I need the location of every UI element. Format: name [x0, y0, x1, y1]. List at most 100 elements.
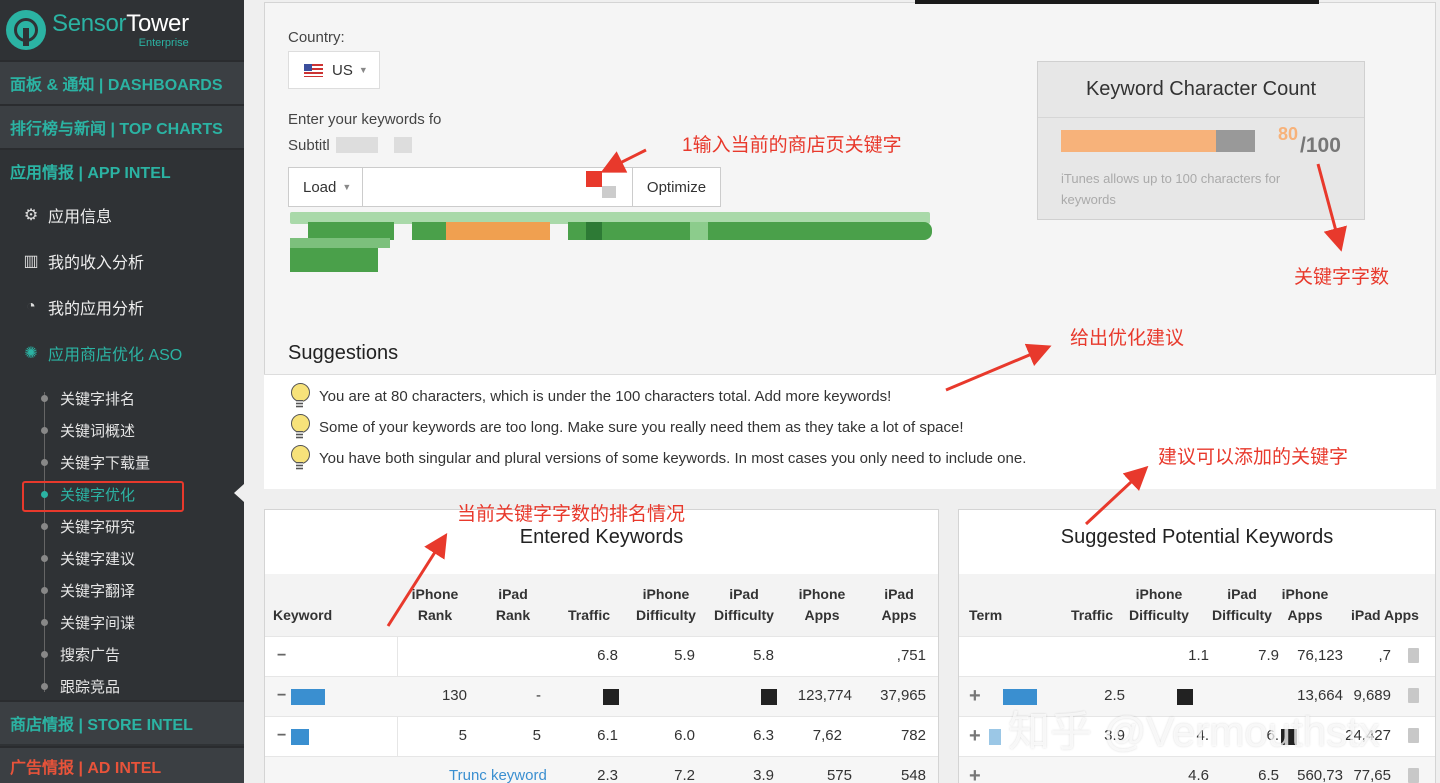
sidebar-item-revenue[interactable]: ▥ 我的收入分析	[0, 238, 244, 284]
col-traffic[interactable]: Traffic	[559, 605, 619, 626]
keyword-input-row: Load ▼ Optimize	[288, 167, 721, 207]
kcc-used: 80	[1278, 124, 1299, 144]
aso-icon: ✺	[24, 345, 38, 362]
suggestion-item: You have both singular and plural versio…	[290, 443, 1026, 473]
lightbulb-icon	[290, 414, 310, 440]
sidebar: SensorTower Enterprise 面板 & 通知 | DASHBOA…	[0, 0, 244, 783]
subtitle-label: Subtitl	[288, 137, 330, 154]
entered-keywords-header: Keyword iPhone Rank iPad Rank Traffic iP…	[265, 574, 938, 636]
active-caret	[234, 484, 244, 502]
keyword-link[interactable]: Trunc keyword	[449, 767, 547, 783]
annotation-suggestions: 给出优化建议	[1070, 328, 1185, 349]
sub-item-track-competitors[interactable]: 跟踪竞品	[41, 670, 244, 702]
table-row: + 4.6 6.5 560,73 77,65	[959, 756, 1435, 783]
annotation-marker	[586, 171, 602, 187]
suggested-keywords-header: Term Traffic iPhone Difficulty iPad Diff…	[959, 574, 1435, 636]
chevron-down-icon: ▼	[358, 65, 368, 75]
sub-item-search-ads[interactable]: 搜索广告	[41, 638, 244, 670]
add-icon[interactable]: +	[969, 725, 981, 748]
entered-keywords-panel: Entered Keywords Keyword iPhone Rank iPa…	[264, 509, 939, 783]
annotation-entered-keywords: 当前关键字字数的排名情况	[457, 504, 686, 525]
trash-icon[interactable]	[1408, 688, 1419, 703]
lightbulb-icon	[290, 445, 310, 471]
table-row: Trunc keyword 2.3 7.2 3.9 575 548	[265, 756, 938, 783]
sidebar-item-app-info[interactable]: ⚙ 应用信息	[0, 192, 244, 238]
remove-icon[interactable]: −	[277, 727, 286, 745]
speedometer-icon: ◔	[26, 298, 36, 315]
sub-item-keyword-rank[interactable]: 关键字排名	[41, 382, 244, 414]
overlay-bar	[915, 0, 1319, 4]
add-icon[interactable]: +	[969, 765, 981, 783]
col-keyword[interactable]: Keyword	[273, 605, 332, 626]
sidebar-item-label: 我的应用分析	[48, 301, 145, 318]
suggestion-item: Some of your keywords are too long. Make…	[290, 412, 964, 442]
col-iphone-apps[interactable]: iPhone Apps	[1275, 584, 1335, 626]
section-dashboards[interactable]: 面板 & 通知 | DASHBOARDS	[0, 60, 244, 104]
kcc-progress-fill	[1061, 130, 1217, 152]
col-iphone-rank[interactable]: iPhone Rank	[405, 584, 465, 626]
brand-sub: Enterprise	[138, 36, 189, 49]
load-dropdown[interactable]: Load ▼	[288, 167, 363, 207]
bar-chart-icon: ▥	[23, 253, 39, 270]
redacted-mark	[602, 186, 616, 198]
annotation-suggested-keywords: 建议可以添加的关键字	[1158, 447, 1349, 468]
redacted-subtitle	[336, 137, 378, 153]
sub-item-keyword-overview[interactable]: 关键词概述	[41, 414, 244, 446]
logo[interactable]: SensorTower Enterprise	[0, 0, 244, 60]
col-iphone-difficulty[interactable]: iPhone Difficulty	[1127, 584, 1191, 626]
sensortower-logo-icon	[6, 10, 46, 50]
sidebar-item-label: 我的收入分析	[48, 255, 145, 272]
sub-item-keyword-suggestions[interactable]: 关键字建议	[41, 542, 244, 574]
remove-icon[interactable]: −	[277, 647, 286, 665]
keyword-character-count-card: Keyword Character Count 80 /100 iTunes a…	[1037, 61, 1365, 220]
lightbulb-icon	[290, 383, 310, 409]
annotation-highlight-box	[22, 481, 184, 512]
keywords-label: Enter your keywords fo	[288, 111, 442, 128]
section-top-charts[interactable]: 排行榜与新闻 | TOP CHARTS	[0, 104, 244, 148]
table-row: 1.1 7.9 76,123 ,7	[959, 636, 1435, 676]
entered-keywords-title: Entered Keywords	[519, 526, 684, 548]
sidebar-item-label: 应用信息	[48, 209, 113, 226]
section-ad-intel[interactable]: 广告情报 | AD INTEL	[0, 746, 244, 783]
col-ipad-rank[interactable]: iPad Rank	[485, 584, 541, 626]
sidebar-item-app-analysis[interactable]: ◔ 我的应用分析	[0, 284, 244, 330]
country-select[interactable]: US ▼	[288, 51, 380, 89]
col-ipad-difficulty[interactable]: iPad Difficulty	[711, 584, 777, 626]
table-row: − 6.8 5.9 5.8 ,751	[265, 636, 938, 676]
country-label: Country:	[288, 29, 345, 46]
sub-item-keyword-downloads[interactable]: 关键字下载量	[41, 446, 244, 478]
col-iphone-apps[interactable]: iPhone Apps	[791, 584, 853, 626]
sub-item-keyword-spy[interactable]: 关键字间谍	[41, 606, 244, 638]
suggestions-title: Suggestions	[288, 342, 399, 364]
country-value: US	[332, 61, 353, 79]
table-row: − 5 5 6.1 6.0 6.3 7,62 782	[265, 716, 938, 756]
kcc-note: iTunes allows up to 100 characters for k…	[1061, 171, 1281, 207]
table-row: − 130 - 123,774 37,965	[265, 676, 938, 716]
sidebar-item-aso[interactable]: ✺ 应用商店优化 ASO	[0, 330, 244, 376]
remove-icon[interactable]: −	[277, 687, 286, 705]
trash-icon[interactable]	[1408, 728, 1419, 743]
col-ipad-apps[interactable]: iPad Apps	[869, 584, 929, 626]
col-term[interactable]: Term	[969, 605, 1002, 626]
brand-name: SensorTower	[52, 9, 189, 37]
redacted-subtitle	[394, 137, 412, 153]
section-app-intel[interactable]: 应用情报 | APP INTEL	[0, 148, 244, 192]
col-iphone-difficulty[interactable]: iPhone Difficulty	[631, 584, 701, 626]
aso-sub-list: 关键字排名 关键词概述 关键字下载量 关键字优化 关键字研究 关键字建议 关键字…	[0, 382, 244, 702]
col-ipad-difficulty[interactable]: iPad Difficulty	[1211, 584, 1273, 626]
suggested-keywords-title: Suggested Potential Keywords	[1060, 526, 1334, 548]
gear-person-icon: ⚙	[23, 207, 39, 224]
trash-icon[interactable]	[1408, 648, 1419, 663]
col-ipad-apps[interactable]: iPad Apps	[1347, 605, 1423, 626]
add-icon[interactable]: +	[969, 685, 981, 708]
sidebar-item-label: 应用商店优化 ASO	[48, 347, 183, 364]
us-flag-icon	[304, 63, 323, 77]
sub-item-keyword-research[interactable]: 关键字研究	[41, 510, 244, 542]
chevron-down-icon: ▼	[342, 182, 352, 192]
optimize-button[interactable]: Optimize	[633, 167, 721, 207]
section-store-intel[interactable]: 商店情报 | STORE INTEL	[0, 700, 244, 744]
trash-icon[interactable]	[1408, 768, 1419, 783]
sub-item-keyword-translation[interactable]: 关键字翻译	[41, 574, 244, 606]
annotation-input-keywords: 1输入当前的商店页关键字	[682, 135, 902, 156]
col-traffic[interactable]: Traffic	[1067, 605, 1117, 626]
